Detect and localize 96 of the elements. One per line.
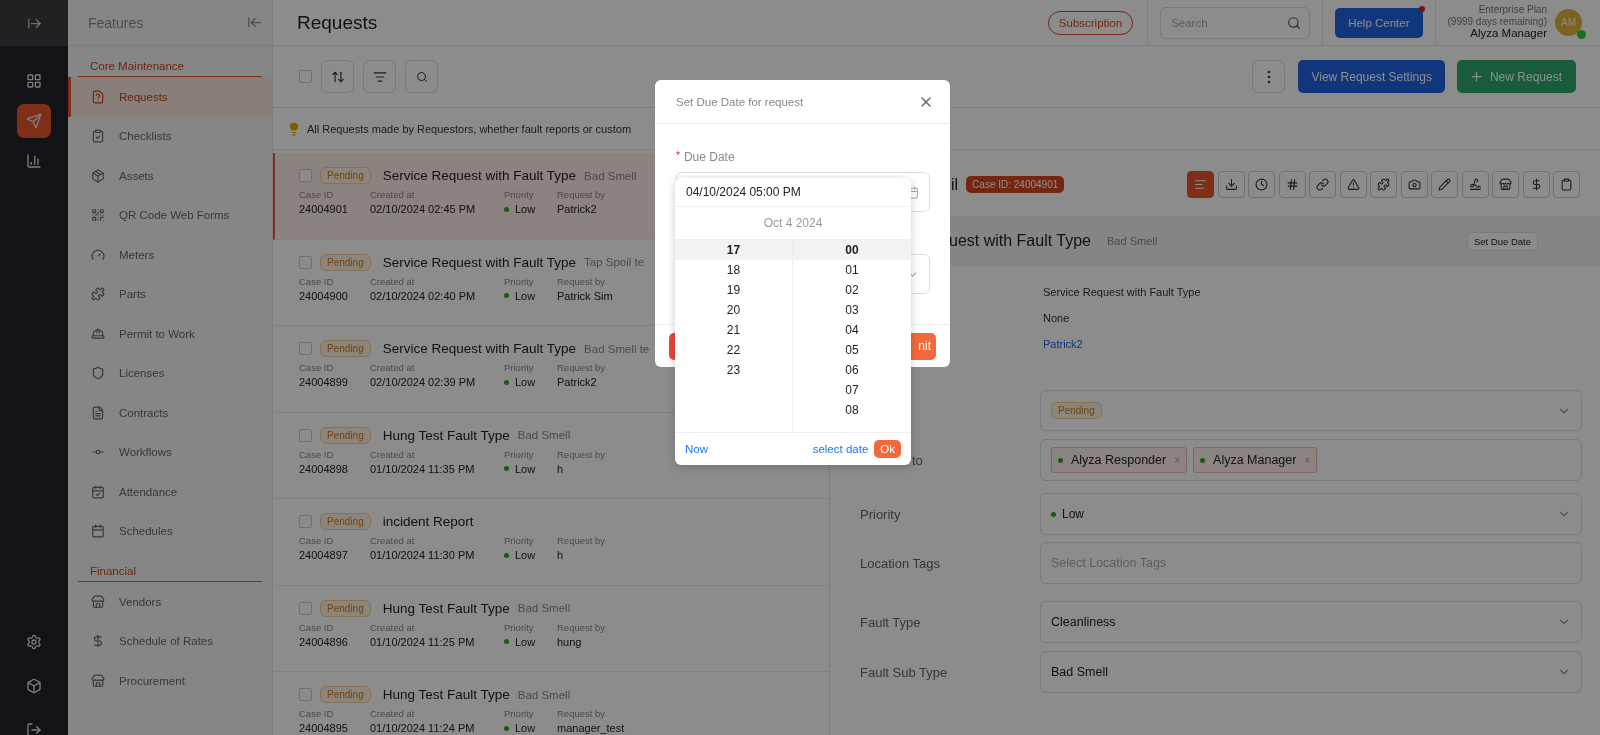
case-id: 24004900	[299, 289, 348, 302]
status-badge: Pending	[320, 340, 371, 357]
meta-label: Created at	[370, 275, 415, 287]
select-value: Bad Smell	[1051, 665, 1108, 679]
status-badge: Pending	[320, 167, 371, 184]
request-title: Service Request with Fault Type	[382, 168, 577, 183]
created-date: 02/10/2024 02:40 PM	[370, 289, 476, 302]
priority-text: Low	[515, 376, 536, 388]
case-id: 24004896	[299, 635, 348, 648]
case-id: 24004897	[299, 549, 348, 561]
meta-label: Request by	[557, 621, 606, 633]
meta-label: Request by	[557, 362, 606, 373]
priority-text: Low	[515, 722, 536, 734]
fault-subtype: Bad Smell	[584, 169, 637, 182]
fault-subtype: Bad Smell te	[584, 342, 650, 355]
requester-name: manager_test	[557, 722, 625, 734]
request-title: incident Report	[382, 514, 474, 529]
requester-name: Patrick2	[557, 376, 597, 388]
meta-label: Created at	[370, 535, 415, 546]
meta-label: Priority	[504, 448, 534, 460]
assignee-name: Alyza Manager	[1213, 453, 1297, 467]
created-date: 01/10/2024 11:24 PM	[370, 722, 475, 734]
created-date: 01/10/2024 11:25 PM	[370, 635, 475, 648]
requester-name: hung	[557, 635, 582, 648]
info-text: All Requests made by Requestors, whether fault reports or custom	[307, 122, 632, 135]
meta-label: Created at	[370, 362, 415, 373]
user-name: Alyza Manager	[1470, 27, 1547, 41]
meta-label: Priority	[504, 708, 534, 719]
meta-label: Priority	[504, 275, 534, 287]
status-badge: Pending	[320, 513, 371, 530]
priority-text: Low	[515, 635, 536, 648]
created-date: 02/10/2024 02:45 PM	[370, 203, 476, 215]
status-badge: Pending	[1051, 402, 1102, 419]
meta-label: Request by	[557, 708, 606, 719]
request-title: Hung Test Fault Type	[382, 600, 510, 616]
field-label: to	[912, 452, 923, 468]
priority-text: Low	[515, 289, 536, 302]
sidebar-title: Features	[88, 14, 144, 31]
meta-label: Request by	[557, 535, 606, 546]
detail-value: Service Request with Fault Type	[1043, 286, 1202, 298]
page-title: Requests	[297, 11, 379, 34]
fault-subtype: Bad Smell	[517, 688, 571, 701]
fault-subtype: Tap Spoil te	[584, 256, 645, 268]
request-title: Service Request with Fault Type	[382, 341, 577, 356]
requester-name: Patrick Sim	[557, 289, 613, 302]
request-title: Hung Test Fault Type	[382, 687, 510, 702]
case-id: 24004898	[299, 462, 348, 475]
status-badge: Pending	[320, 253, 371, 271]
select-value: Low	[1062, 507, 1084, 521]
field-label: Priority	[860, 506, 901, 522]
request-title: Service Request with Fault Type	[382, 254, 577, 270]
request-title: Hung Test Fault Type	[382, 427, 510, 443]
created-date: 01/10/2024 11:35 PM	[370, 462, 475, 475]
requester-name: h	[557, 462, 564, 475]
meta-label: Priority	[504, 362, 534, 373]
created-date: 01/10/2024 11:30 PM	[370, 549, 475, 561]
meta-label: Created at	[370, 189, 415, 200]
modal-title: Set Due Date for request	[676, 95, 804, 108]
meta-label: Request by	[557, 448, 606, 460]
fault-subtype: Bad Smell	[1107, 235, 1158, 247]
priority-text: Low	[515, 462, 536, 475]
meta-label: Request by	[557, 275, 606, 287]
detail-title: il	[951, 175, 959, 194]
requester-name: Patrick2	[557, 203, 597, 215]
plan-label: Enterprise Plan	[1478, 4, 1547, 16]
section-title: Financial	[78, 555, 262, 582]
meta-label: Priority	[504, 189, 534, 200]
field-label: Location Tags	[860, 555, 940, 571]
fault-subtype: Bad Smell	[517, 602, 571, 614]
status-badge: Pending	[320, 599, 371, 617]
days-remaining: (9999 days remaining)	[1447, 15, 1547, 28]
field-label: Fault Sub Type	[860, 664, 948, 680]
meta-label: Priority	[504, 535, 534, 546]
status-badge: Pending	[320, 686, 371, 703]
priority-text: Low	[515, 549, 536, 561]
field-label: Fault Type	[860, 614, 921, 630]
meta-label: Created at	[370, 621, 415, 633]
field-label: Due Date	[683, 150, 735, 164]
case-id: 24004899	[299, 376, 348, 388]
assignee-name: Alyza Responder	[1071, 453, 1167, 467]
select-value: Cleanliness	[1051, 615, 1116, 629]
priority-text: Low	[515, 203, 536, 215]
case-id: 24004895	[299, 722, 348, 734]
fault-subtype: Bad Smell	[517, 429, 571, 441]
request-heading: uest with Fault Type	[949, 232, 1091, 250]
requester-name: h	[557, 549, 564, 561]
meta-label: Priority	[504, 621, 534, 633]
case-id-badge: Case ID: 24004901	[966, 176, 1065, 193]
meta-label: Created at	[370, 708, 415, 719]
status-badge: Pending	[320, 426, 371, 444]
created-date: 02/10/2024 02:39 PM	[370, 376, 476, 388]
detail-value: None	[1043, 312, 1071, 324]
case-id: 24004901	[299, 203, 348, 215]
required-mark: *	[676, 150, 680, 163]
meta-label: Request by	[557, 189, 606, 200]
meta-label: Created at	[370, 448, 415, 460]
